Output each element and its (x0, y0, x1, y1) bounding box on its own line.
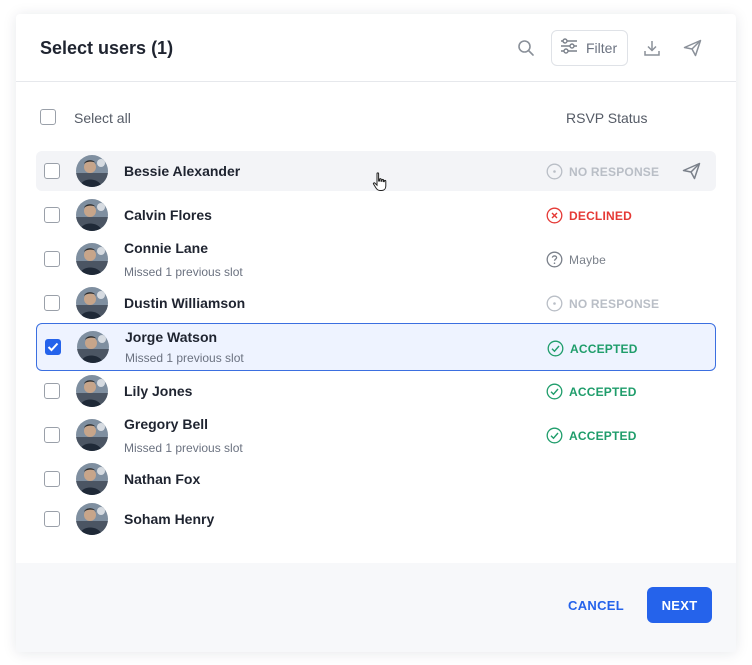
check-circle-icon (546, 427, 563, 444)
avatar (76, 419, 108, 451)
select-users-dialog: Select users (1) Filter Select all RSVP … (16, 14, 736, 652)
avatar (77, 331, 109, 363)
user-name: Dustin Williamson (124, 295, 246, 311)
user-row[interactable]: Lily Jones ACCEPTED (36, 371, 716, 411)
user-subtitle: Missed 1 previous slot (124, 265, 243, 279)
rsvp-status-label: ACCEPTED (569, 428, 637, 443)
avatar (76, 503, 108, 535)
question-circle-icon (546, 251, 563, 268)
avatar (76, 375, 108, 407)
avatar (76, 199, 108, 231)
search-icon[interactable] (516, 38, 536, 58)
x-circle-icon (546, 207, 563, 224)
dialog-footer: CANCEL NEXT (16, 563, 736, 652)
user-name: Jorge Watson (125, 329, 218, 345)
rsvp-status-label: DECLINED (569, 208, 632, 223)
filter-label: Filter (586, 40, 618, 56)
download-icon[interactable] (642, 38, 662, 58)
user-row[interactable]: Calvin Flores DECLINED (36, 195, 716, 235)
user-checkbox[interactable] (44, 383, 60, 399)
rsvp-status-label: NO RESPONSE (569, 296, 660, 311)
rsvp-status: ACCEPTED (547, 340, 638, 357)
user-checkbox[interactable] (44, 163, 60, 179)
user-checkbox[interactable] (44, 295, 60, 311)
next-button[interactable]: NEXT (647, 587, 712, 623)
user-name: Connie Lane (124, 240, 209, 256)
user-name: Bessie Alexander (124, 163, 241, 179)
user-checkbox[interactable] (44, 471, 60, 487)
rsvp-status: NO RESPONSE (546, 295, 659, 312)
avatar (76, 463, 108, 495)
dialog-header: Select users (1) Filter (16, 14, 736, 82)
check-circle-icon (546, 383, 563, 400)
user-row[interactable]: Dustin Williamson NO RESPONSE (36, 283, 716, 323)
user-name: Lily Jones (124, 383, 193, 399)
user-name: Soham Henry (124, 511, 215, 527)
user-checkbox[interactable] (44, 511, 60, 527)
rsvp-status: Maybe (546, 251, 606, 268)
check-circle-icon (547, 340, 564, 357)
select-all-checkbox[interactable] (40, 109, 56, 125)
user-row[interactable]: Gregory Bell Missed 1 previous slot ACCEPT… (36, 415, 716, 455)
avatar (76, 287, 108, 319)
user-checkbox[interactable] (45, 339, 61, 355)
send-icon[interactable] (682, 162, 701, 185)
filter-sliders-icon (560, 37, 578, 59)
rsvp-status-column-header: RSVP Status (566, 110, 648, 126)
avatar (76, 243, 108, 275)
dialog-title: Select users (1) (40, 38, 174, 58)
user-name: Gregory Bell (124, 416, 209, 432)
rsvp-status-label: NO RESPONSE (569, 164, 660, 179)
avatar (76, 155, 108, 187)
user-subtitle: Missed 1 previous slot (124, 441, 243, 455)
user-checkbox[interactable] (44, 251, 60, 267)
dot-circle-icon (546, 163, 563, 180)
rsvp-status-label: Maybe (569, 252, 607, 267)
rsvp-status: ACCEPTED (546, 427, 637, 444)
user-row[interactable]: Soham Henry (36, 499, 716, 539)
select-all-label: Select all (74, 110, 131, 126)
send-icon[interactable] (682, 38, 702, 58)
user-name: Calvin Flores (124, 207, 212, 223)
hand-cursor-icon (372, 172, 388, 192)
user-subtitle: Missed 1 previous slot (125, 351, 244, 365)
rsvp-status: DECLINED (546, 207, 632, 224)
list-header: Select all RSVP Status (16, 102, 736, 132)
user-row[interactable]: Connie Lane Missed 1 previous slot Maybe (36, 239, 716, 279)
user-row[interactable]: Nathan Fox (36, 459, 716, 499)
filter-button[interactable]: Filter (551, 30, 628, 66)
cancel-button[interactable]: CANCEL (568, 598, 624, 613)
rsvp-status-label: ACCEPTED (570, 341, 638, 356)
user-row[interactable]: Jorge Watson Missed 1 previous slot ACCEPT… (36, 323, 716, 371)
user-name: Nathan Fox (124, 471, 201, 487)
rsvp-status: NO RESPONSE (546, 163, 659, 180)
rsvp-status-label: ACCEPTED (569, 384, 637, 399)
dot-circle-icon (546, 295, 563, 312)
rsvp-status: ACCEPTED (546, 383, 637, 400)
user-checkbox[interactable] (44, 207, 60, 223)
user-checkbox[interactable] (44, 427, 60, 443)
